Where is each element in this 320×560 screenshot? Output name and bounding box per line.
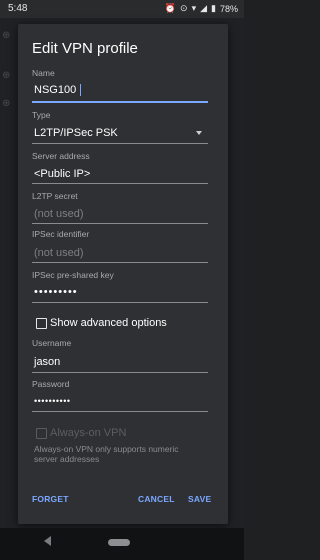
battery-percent: 78% bbox=[219, 3, 238, 14]
username-field[interactable]: jason bbox=[34, 356, 60, 368]
type-select[interactable]: L2TP/IPSec PSK bbox=[34, 127, 118, 139]
alarm-icon: ⏰ bbox=[164, 3, 177, 13]
back-icon[interactable] bbox=[44, 536, 51, 546]
background-hint: ⊕ bbox=[2, 98, 11, 109]
l2tp-secret-label: L2TP secret bbox=[32, 191, 78, 201]
battery-icon: ▮ bbox=[211, 3, 216, 13]
ipsec-identifier-label: IPSec identifier bbox=[32, 229, 90, 239]
status-icons: ⏰ ⊙ ▾ ◢ ▮ 78% bbox=[165, 3, 238, 14]
always-on-label: Always-on VPN bbox=[50, 427, 127, 439]
l2tp-secret-field[interactable]: (not used) bbox=[34, 208, 84, 220]
password-label: Password bbox=[32, 379, 70, 389]
dialog-title: Edit VPN profile bbox=[32, 40, 138, 57]
server-address-label: Server address bbox=[32, 151, 90, 161]
dropdown-arrow-icon[interactable] bbox=[196, 131, 202, 135]
status-time: 5:48 bbox=[8, 3, 28, 14]
username-label: Username bbox=[32, 338, 72, 348]
edit-vpn-dialog: Edit VPN profile Name NSG100 Type L2TP/I… bbox=[18, 24, 228, 524]
signal-icon: ◢ bbox=[200, 3, 208, 13]
l2tp-secret-underline bbox=[32, 223, 208, 224]
background-hint: ⊕ bbox=[2, 70, 11, 81]
show-advanced-checkbox[interactable] bbox=[36, 318, 47, 329]
status-bar: 5:48 ⏰ ⊙ ▾ ◢ ▮ 78% bbox=[0, 0, 244, 18]
name-label: Name bbox=[32, 68, 55, 78]
name-underline bbox=[32, 101, 208, 103]
type-label: Type bbox=[32, 110, 51, 120]
navigation-bar bbox=[0, 528, 244, 560]
cancel-button[interactable]: CANCEL bbox=[138, 494, 175, 504]
home-pill-icon[interactable] bbox=[108, 539, 130, 546]
username-underline bbox=[32, 372, 208, 373]
ipsec-psk-underline bbox=[32, 302, 208, 303]
ipsec-psk-field[interactable]: ••••••••• bbox=[34, 286, 78, 298]
wifi-icon: ▾ bbox=[191, 3, 197, 13]
always-on-note: Always-on VPN only supports numeric serv… bbox=[34, 444, 179, 464]
type-underline bbox=[32, 143, 208, 144]
dialog-actions: FORGET CANCEL SAVE bbox=[18, 494, 228, 514]
password-underline bbox=[32, 411, 208, 412]
server-address-field[interactable]: <Public IP> bbox=[34, 168, 90, 180]
ipsec-psk-label: IPSec pre-shared key bbox=[32, 270, 114, 280]
background-hint: ⊕ bbox=[2, 30, 11, 41]
server-address-underline bbox=[32, 183, 208, 184]
save-button[interactable]: SAVE bbox=[188, 494, 211, 504]
ipsec-identifier-underline bbox=[32, 262, 208, 263]
show-advanced-label[interactable]: Show advanced options bbox=[50, 317, 167, 329]
text-cursor bbox=[80, 84, 81, 96]
password-field[interactable]: •••••••••• bbox=[34, 396, 71, 406]
always-on-checkbox[interactable] bbox=[36, 428, 47, 439]
forget-button[interactable]: FORGET bbox=[32, 494, 69, 504]
ipsec-identifier-field[interactable]: (not used) bbox=[34, 247, 84, 259]
name-field[interactable]: NSG100 bbox=[34, 84, 76, 96]
vpn-key-icon: ⊙ bbox=[180, 3, 188, 13]
